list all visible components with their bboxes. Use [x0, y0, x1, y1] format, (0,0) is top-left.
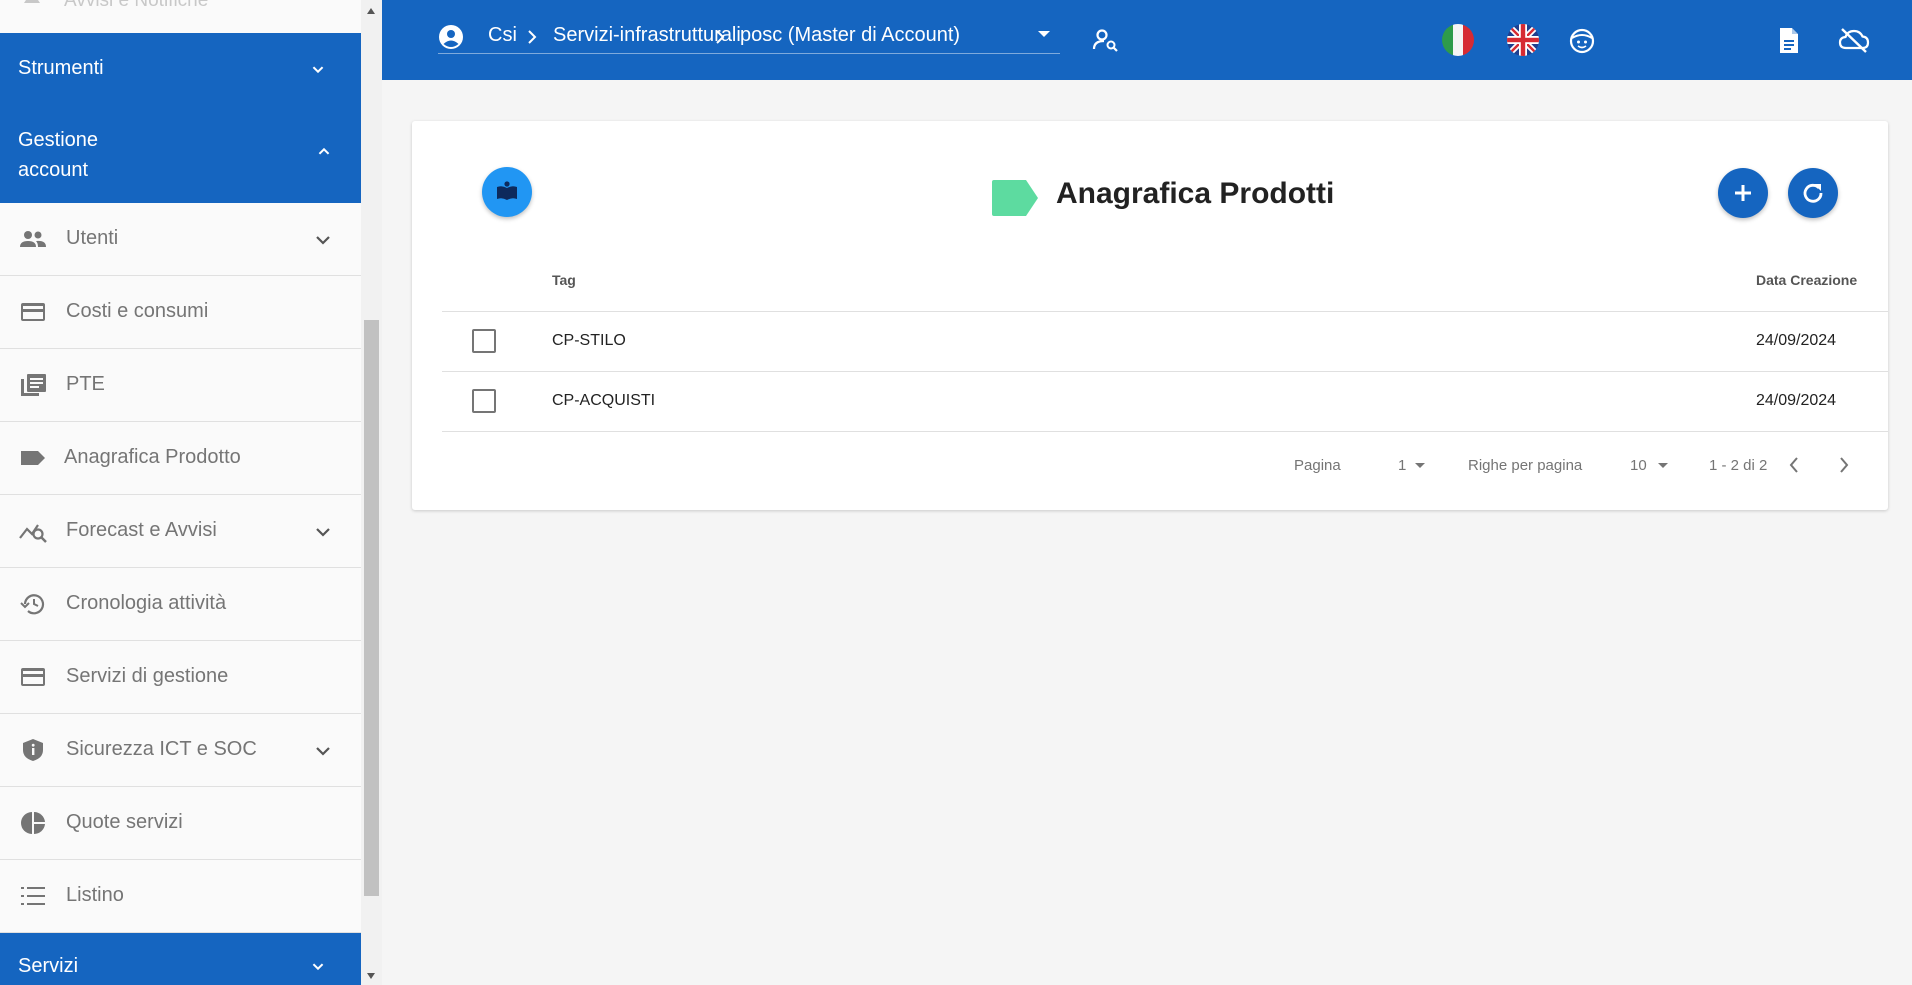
menu-book-icon [497, 181, 517, 200]
credit-card-icon [21, 303, 45, 321]
table-row[interactable]: CP-ACQUISTI 24/09/2024 [442, 371, 1888, 432]
uk-flag-icon[interactable] [1507, 24, 1539, 56]
products-table: Tag Data Creazione CP-STILO 24/09/2024 C… [442, 249, 1888, 432]
sidebar-item-cronologia-attivita[interactable]: Cronologia attività [0, 568, 361, 641]
breadcrumb[interactable]: Csi Servizi-infrastrutturali posc (Maste… [438, 18, 1060, 54]
sidebar-item-anagrafica-prodotto[interactable]: Anagrafica Prodotto [0, 422, 361, 495]
sidebar-item-label: Avvisi e Notifiche [64, 0, 209, 11]
chevron-right-icon [716, 30, 725, 44]
people-icon [20, 231, 46, 247]
chevron-down-icon [316, 236, 330, 245]
breadcrumb-item[interactable]: posc (Master di Account) [740, 24, 960, 47]
sidebar-section-strumenti[interactable]: Strumenti [0, 33, 361, 103]
sidebar-item-forecast-avvisi[interactable]: Forecast e Avvisi [0, 495, 361, 568]
library-books-icon [21, 374, 46, 396]
sidebar-section-gestione-account[interactable]: Gestione account [0, 103, 361, 203]
sidebar-item-label: Cronologia attività [66, 592, 227, 614]
refresh-button[interactable] [1788, 168, 1838, 218]
section-label: Gestione account [18, 129, 99, 181]
rows-per-page-select[interactable]: 10 [1630, 457, 1647, 474]
credit-card-icon [21, 668, 45, 686]
row-select-cell [442, 311, 552, 372]
table-header-row: Tag Data Creazione [442, 249, 1888, 312]
date-cell: 24/09/2024 [1756, 371, 1888, 432]
chevron-down-icon [312, 66, 324, 74]
sidebar-item-costi-consumi[interactable]: Costi e consumi [0, 276, 361, 349]
header-select [442, 249, 552, 312]
sidebar-item-label: Anagrafica Prodotto [64, 446, 241, 468]
add-button[interactable] [1718, 168, 1768, 218]
chevron-up-icon [318, 147, 330, 155]
sidebar-scrollbar[interactable] [361, 0, 382, 985]
scroll-down-arrow-icon[interactable] [367, 973, 375, 979]
dropdown-arrow-icon[interactable] [1038, 31, 1050, 37]
sidebar-item-label: Utenti [66, 227, 119, 249]
sidebar: Avvisi e Notifiche Strumenti Gestione ac… [0, 0, 361, 985]
sidebar-item-label: Listino [66, 884, 124, 906]
sidebar-section-servizi[interactable]: Servizi [0, 933, 361, 985]
sidebar-item-avvisi-notifiche[interactable]: Avvisi e Notifiche [0, 0, 361, 33]
sidebar-item-label: Forecast e Avvisi [66, 519, 217, 541]
italian-flag-icon[interactable] [1442, 24, 1474, 56]
account-circle-icon [439, 25, 463, 49]
label-icon [992, 180, 1038, 216]
chevron-right-icon [528, 30, 537, 44]
table-row[interactable]: CP-STILO 24/09/2024 [442, 311, 1888, 372]
manage-search-user-icon[interactable] [1092, 28, 1120, 52]
page-label: Pagina [1294, 457, 1341, 474]
label-icon [21, 451, 45, 465]
tag-cell: CP-STILO [552, 311, 1756, 372]
history-icon [20, 594, 45, 615]
top-bar: Csi Servizi-infrastrutturali posc (Maste… [382, 0, 1912, 80]
pie-chart-icon [21, 811, 45, 835]
date-cell: 24/09/2024 [1756, 311, 1888, 372]
scrollbar-thumb[interactable] [364, 320, 379, 896]
refresh-icon [1803, 183, 1823, 203]
cloud-off-icon[interactable] [1838, 27, 1870, 53]
shield-icon [23, 739, 43, 761]
page-select-caret-icon[interactable] [1415, 463, 1425, 468]
sidebar-item-quote-servizi[interactable]: Quote servizi [0, 787, 361, 860]
chevron-down-icon [316, 747, 330, 756]
page-select[interactable]: 1 [1398, 457, 1406, 474]
chevron-down-icon [312, 963, 324, 971]
bell-icon [24, 0, 40, 3]
product-registry-card: Anagrafica Prodotti Tag Data Creazione C… [412, 121, 1888, 510]
list-numbered-icon [21, 887, 45, 905]
plus-icon [1735, 185, 1751, 201]
header-tag[interactable]: Tag [552, 249, 1756, 312]
sidebar-item-utenti[interactable]: Utenti [0, 203, 361, 276]
sidebar-item-servizi-gestione[interactable]: Servizi di gestione [0, 641, 361, 714]
pagination-range: 1 - 2 di 2 [1709, 457, 1768, 474]
sidebar-item-pte[interactable]: PTE [0, 349, 361, 422]
sidebar-item-listino[interactable]: Listino [0, 860, 361, 933]
next-page-icon[interactable] [1836, 455, 1852, 475]
sidebar-item-sicurezza-ict-soc[interactable]: Sicurezza ICT e SOC [0, 714, 361, 787]
sidebar-item-label: Quote servizi [66, 811, 183, 833]
previous-page-icon[interactable] [1786, 455, 1802, 475]
section-label: Strumenti [18, 57, 104, 79]
rows-per-page-label: Righe per pagina [1468, 457, 1583, 474]
sidebar-item-label: Costi e consumi [66, 300, 209, 322]
query-stats-icon [19, 524, 47, 543]
header-date-creazione[interactable]: Data Creazione [1756, 249, 1888, 312]
sidebar-item-label: Servizi di gestione [66, 665, 229, 687]
sidebar-item-label: Sicurezza ICT e SOC [66, 738, 257, 760]
chevron-down-icon [316, 528, 330, 537]
breadcrumb-item[interactable]: Csi [488, 24, 517, 47]
scroll-up-arrow-icon[interactable] [367, 8, 375, 14]
sidebar-item-label: PTE [66, 373, 105, 395]
row-checkbox[interactable] [472, 389, 496, 413]
face-icon[interactable] [1569, 28, 1595, 54]
row-select-cell [442, 371, 552, 432]
row-checkbox[interactable] [472, 329, 496, 353]
section-label: Servizi [18, 955, 79, 977]
document-icon[interactable] [1778, 27, 1800, 54]
tag-cell: CP-ACQUISTI [552, 371, 1756, 432]
rows-select-caret-icon[interactable] [1658, 463, 1668, 468]
guide-button[interactable] [482, 167, 532, 217]
page-title: Anagrafica Prodotti [1056, 177, 1335, 210]
